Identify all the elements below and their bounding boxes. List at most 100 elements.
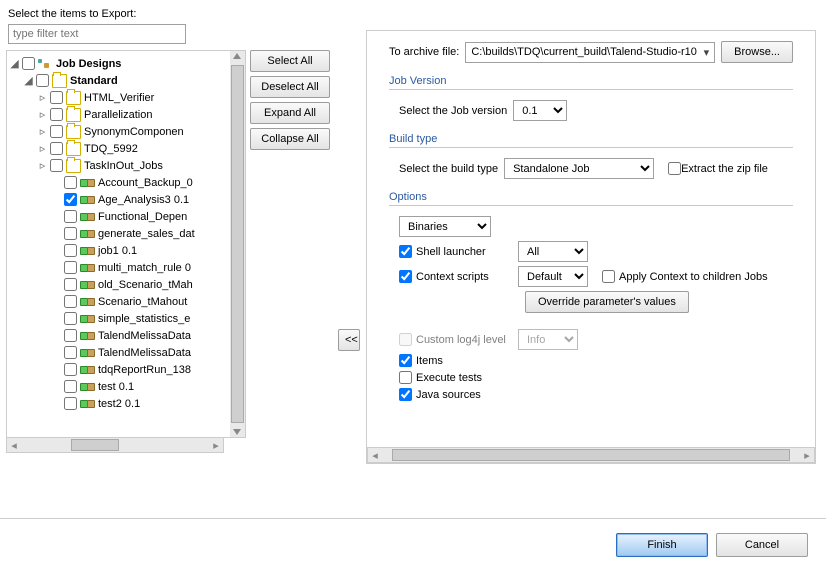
- items-label: Items: [416, 355, 443, 367]
- shell-launcher-checkbox[interactable]: [399, 245, 412, 258]
- tree-job-item[interactable]: Scenario_tMahout: [9, 293, 228, 310]
- job-icon: [80, 363, 95, 377]
- root-label: Job Designs: [56, 58, 121, 70]
- extract-zip-label: Extract the zip file: [681, 163, 768, 175]
- tree-folder[interactable]: ▹HTML_Verifier: [9, 89, 228, 106]
- expand-icon[interactable]: ▹: [37, 91, 48, 104]
- tree-root[interactable]: ◢ Job Designs: [9, 55, 228, 72]
- job-icon: [80, 278, 95, 292]
- item-checkbox[interactable]: [64, 363, 77, 376]
- item-checkbox[interactable]: [64, 193, 77, 206]
- item-checkbox[interactable]: [50, 125, 63, 138]
- item-checkbox[interactable]: [64, 210, 77, 223]
- tree-job-item[interactable]: test2 0.1: [9, 395, 228, 412]
- folder-icon: [66, 91, 81, 105]
- expand-all-button[interactable]: Expand All: [250, 102, 330, 124]
- tree-folder[interactable]: ▹TDQ_5992: [9, 140, 228, 157]
- apply-context-label: Apply Context to children Jobs: [619, 271, 768, 283]
- browse-button[interactable]: Browse...: [721, 41, 793, 63]
- custom-log4j-label: Custom log4j level: [416, 334, 518, 346]
- finish-button[interactable]: Finish: [616, 533, 708, 557]
- collapse-icon[interactable]: ◢: [23, 74, 34, 87]
- item-checkbox[interactable]: [64, 380, 77, 393]
- item-checkbox[interactable]: [64, 346, 77, 359]
- extract-zip-checkbox[interactable]: [668, 162, 681, 175]
- job-icon: [80, 295, 95, 309]
- tree-job-item[interactable]: generate_sales_dat: [9, 225, 228, 242]
- execute-tests-label: Execute tests: [416, 372, 482, 384]
- job-icon: [80, 176, 95, 190]
- standard-label: Standard: [70, 75, 118, 87]
- binaries-select[interactable]: Binaries: [399, 216, 491, 237]
- collapse-panel-button[interactable]: <<: [338, 329, 360, 351]
- tree-folder[interactable]: ▹TaskInOut_Jobs: [9, 157, 228, 174]
- cancel-button[interactable]: Cancel: [716, 533, 808, 557]
- job-icon: [80, 244, 95, 258]
- context-scripts-checkbox[interactable]: [399, 270, 412, 283]
- tree-folder[interactable]: ▹ Parallelization: [9, 106, 228, 123]
- tree-job-item[interactable]: test 0.1: [9, 378, 228, 395]
- filter-input[interactable]: [8, 24, 186, 44]
- apply-context-checkbox[interactable]: [602, 270, 615, 283]
- right-horizontal-scrollbar[interactable]: ◂ ▸: [367, 447, 815, 463]
- item-checkbox[interactable]: [64, 278, 77, 291]
- item-label: Parallelization: [84, 109, 152, 121]
- archive-path: C:\builds\TDQ\current_build\Talend-Studi…: [471, 46, 697, 58]
- deselect-all-button[interactable]: Deselect All: [250, 76, 330, 98]
- jobdesigns-icon: [38, 57, 53, 71]
- shell-launcher-select[interactable]: All: [518, 241, 588, 262]
- item-checkbox[interactable]: [64, 244, 77, 257]
- tree-horizontal-scrollbar[interactable]: ◂ ▸: [6, 437, 224, 453]
- expand-icon[interactable]: ▹: [37, 159, 48, 172]
- tree-job-item[interactable]: Account_Backup_0: [9, 174, 228, 191]
- java-sources-checkbox[interactable]: [399, 388, 412, 401]
- tree-job-item[interactable]: TalendMelissaData: [9, 327, 228, 344]
- item-checkbox[interactable]: [64, 329, 77, 342]
- tree-job-item[interactable]: multi_match_rule 0: [9, 259, 228, 276]
- panel-divider: <<: [336, 6, 362, 464]
- tree-job-item[interactable]: job1 0.1: [9, 242, 228, 259]
- override-params-button[interactable]: Override parameter's values: [525, 291, 689, 313]
- archive-file-combo[interactable]: C:\builds\TDQ\current_build\Talend-Studi…: [465, 42, 715, 63]
- item-label: TalendMelissaData: [98, 347, 191, 359]
- job-icon: [80, 227, 95, 241]
- expand-icon[interactable]: ▹: [37, 142, 48, 155]
- item-checkbox[interactable]: [64, 176, 77, 189]
- folder-icon: [66, 108, 81, 122]
- job-icon: [80, 346, 95, 360]
- item-checkbox[interactable]: [64, 397, 77, 410]
- item-checkbox[interactable]: [50, 142, 63, 155]
- item-checkbox[interactable]: [64, 227, 77, 240]
- tree-job-item[interactable]: simple_statistics_e: [9, 310, 228, 327]
- root-checkbox[interactable]: [22, 57, 35, 70]
- tree-job-item[interactable]: Functional_Depen: [9, 208, 228, 225]
- item-checkbox[interactable]: [64, 295, 77, 308]
- tree-job-item[interactable]: tdqReportRun_138: [9, 361, 228, 378]
- expand-icon[interactable]: ▹: [37, 108, 48, 121]
- tree-folder[interactable]: ▹ SynonymComponen: [9, 123, 228, 140]
- execute-tests-checkbox[interactable]: [399, 371, 412, 384]
- tree-view[interactable]: ◢ Job Designs ◢ Standard ▹HTML_Verifier▹…: [6, 50, 230, 438]
- item-checkbox[interactable]: [50, 159, 63, 172]
- job-version-select[interactable]: 0.1: [513, 100, 567, 121]
- chevron-down-icon: ▾: [704, 46, 710, 59]
- select-all-button[interactable]: Select All: [250, 50, 330, 72]
- item-checkbox[interactable]: [64, 312, 77, 325]
- collapse-icon[interactable]: ◢: [9, 57, 20, 70]
- build-type-select[interactable]: Standalone Job: [504, 158, 654, 179]
- tree-job-item[interactable]: TalendMelissaData: [9, 344, 228, 361]
- item-label: SynonymComponen: [84, 126, 184, 138]
- collapse-all-button[interactable]: Collapse All: [250, 128, 330, 150]
- context-scripts-select[interactable]: Default: [518, 266, 588, 287]
- export-prompt: Select the items to Export:: [8, 8, 336, 20]
- expand-icon[interactable]: ▹: [37, 125, 48, 138]
- tree-vertical-scrollbar[interactable]: [230, 50, 246, 438]
- tree-job-item[interactable]: Age_Analysis3 0.1: [9, 191, 228, 208]
- item-checkbox[interactable]: [64, 261, 77, 274]
- item-checkbox[interactable]: [50, 108, 63, 121]
- standard-checkbox[interactable]: [36, 74, 49, 87]
- item-checkbox[interactable]: [50, 91, 63, 104]
- tree-standard[interactable]: ◢ Standard: [9, 72, 228, 89]
- tree-job-item[interactable]: old_Scenario_tMah: [9, 276, 228, 293]
- items-checkbox[interactable]: [399, 354, 412, 367]
